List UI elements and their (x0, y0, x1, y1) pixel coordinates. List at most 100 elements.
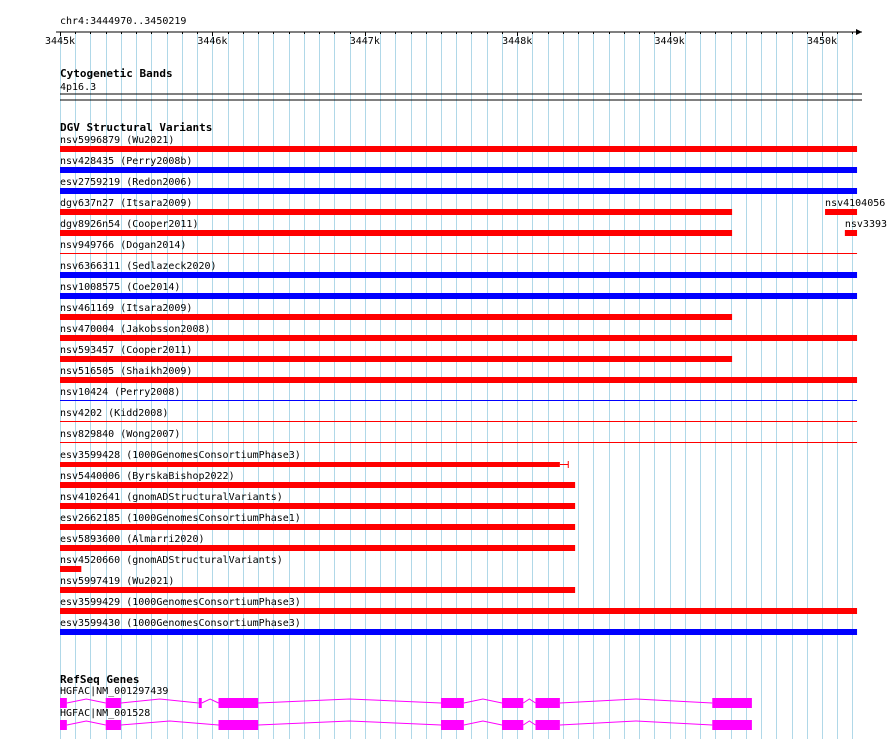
dgv-feature-bar (60, 608, 858, 614)
dgv-feature-label: esv3599429 (1000GenomesConsortiumPhase3) (60, 597, 301, 608)
dgv-feature[interactable]: nsv829840 (Wong2007) (60, 429, 858, 443)
dgv-feature-label: nsv829840 (Wong2007) (60, 429, 180, 440)
dgv-feature[interactable]: dgv8926n54 (Cooper2011) (60, 219, 733, 236)
dgv-feature[interactable]: nsv4102641 (gnomADStructuralVariants) (60, 492, 576, 509)
track-dgv[interactable]: DGV Structural Variants nsv5996879 (Wu20… (60, 121, 887, 635)
dgv-feature-bar (60, 377, 858, 383)
dgv-feature[interactable]: nsv5997419 (Wu2021) (60, 576, 576, 593)
dgv-feature-label: nsv5996879 (Wu2021) (60, 135, 174, 146)
refseq-exon (60, 698, 67, 708)
dgv-feature[interactable]: nsv5440006 (ByrskaBishop2022) (60, 471, 576, 488)
refseq-intron (258, 698, 442, 704)
refseq-intron (559, 698, 713, 704)
dgv-feature[interactable]: dgv637n27 (Itsara2009) (60, 198, 733, 215)
dgv-feature[interactable]: esv3599430 (1000GenomesConsortiumPhase3) (60, 618, 858, 635)
dgv-feature-label: nsv6366311 (Sedlazeck2020) (60, 261, 217, 272)
dgv-feature[interactable]: nsv4202 (Kidd2008) (60, 408, 858, 422)
dgv-feature-bar (60, 272, 858, 278)
dgv-feature-bar (60, 146, 858, 152)
ruler-tick-label: 3446k (197, 36, 227, 47)
dgv-side-feature[interactable]: nsv4104056 (825, 198, 885, 215)
dgv-feature-label: nsv1008575 (Coe2014) (60, 282, 180, 293)
refseq-intron (523, 698, 536, 704)
refseq-intron (523, 720, 536, 726)
ruler-tick-label: 3448k (502, 36, 532, 47)
refseq-gene[interactable]: HGFAC|NM_001297439 (60, 686, 752, 708)
dgv-feature-bar (60, 293, 858, 299)
track-title-dgv: DGV Structural Variants (60, 121, 212, 134)
dgv-feature-bar (60, 253, 858, 254)
dgv-feature[interactable]: nsv593457 (Cooper2011) (60, 345, 733, 362)
dgv-feature-label: esv2759219 (Redon2006) (60, 177, 192, 188)
dgv-side-feature-bar (825, 209, 858, 215)
dgv-feature-label: nsv428435 (Perry2008b) (60, 156, 192, 167)
dgv-feature-bar (60, 400, 858, 401)
ruler-tick-label: 3447k (350, 36, 380, 47)
dgv-feature-label: esv5893600 (Almarri2020) (60, 534, 205, 545)
dgv-feature-bar (60, 167, 858, 173)
dgv-feature-bar (60, 482, 576, 488)
track-cytoband[interactable]: Cytogenetic Bands 4p16.3 (60, 67, 862, 101)
dgv-feature-label: nsv5440006 (ByrskaBishop2022) (60, 471, 235, 482)
dgv-feature[interactable]: nsv10424 (Perry2008) (60, 387, 858, 401)
dgv-side-feature[interactable]: nsv3393 (844, 219, 887, 236)
dgv-feature-label: nsv516505 (Shaikh2009) (60, 366, 192, 377)
refseq-exon (441, 720, 464, 730)
dgv-feature[interactable]: nsv461169 (Itsara2009) (60, 303, 733, 320)
dgv-feature[interactable]: nsv470004 (Jakobsson2008) (60, 324, 858, 341)
dgv-feature-label: nsv593457 (Cooper2011) (60, 345, 192, 356)
refseq-intron (66, 720, 106, 726)
refseq-exon (198, 698, 202, 708)
dgv-feature-bar (60, 442, 858, 443)
dgv-feature-bar (60, 524, 576, 530)
ruler-tick-label: 3445k (45, 36, 75, 47)
refseq-exon (712, 698, 752, 708)
dgv-feature[interactable]: esv3599428 (1000GenomesConsortiumPhase3) (60, 450, 569, 468)
dgv-feature[interactable]: nsv1008575 (Coe2014) (60, 282, 858, 299)
dgv-feature-label: nsv949766 (Dogan2014) (60, 240, 186, 251)
dgv-feature-bar (60, 629, 858, 635)
region-label: chr4:3444970..3450219 (60, 16, 186, 27)
dgv-feature[interactable]: esv3599429 (1000GenomesConsortiumPhase3) (60, 597, 858, 614)
refseq-exon (501, 698, 524, 708)
dgv-feature-bar (60, 421, 858, 422)
dgv-feature-bar (60, 545, 576, 551)
dgv-feature[interactable]: esv5893600 (Almarri2020) (60, 534, 576, 551)
dgv-feature-label: dgv637n27 (Itsara2009) (60, 198, 192, 209)
dgv-feature[interactable]: nsv428435 (Perry2008b) (60, 156, 858, 173)
dgv-side-feature-bar (844, 230, 858, 236)
ruler-tick-label: 3450k (807, 36, 837, 47)
dgv-feature-label: esv2662185 (1000GenomesConsortiumPhase1) (60, 513, 301, 524)
dgv-feature[interactable]: esv2662185 (1000GenomesConsortiumPhase1) (60, 513, 576, 530)
refseq-gene-label: HGFAC|NM_001528 (60, 708, 150, 719)
dgv-feature-bar (60, 230, 733, 236)
dgv-feature[interactable]: nsv4520660 (gnomADStructuralVariants) (60, 555, 283, 572)
refseq-gene[interactable]: HGFAC|NM_001528 (60, 708, 752, 730)
track-title-refseq: RefSeq Genes (60, 673, 139, 686)
refseq-exon (218, 720, 259, 730)
dgv-feature-label: nsv10424 (Perry2008) (60, 387, 180, 398)
dgv-feature-label: nsv4202 (Kidd2008) (60, 408, 168, 419)
track-refseq[interactable]: RefSeq Genes HGFAC|NM_001297439 HGFAC|NM_… (60, 673, 752, 730)
refseq-exon (105, 698, 121, 708)
refseq-exon (105, 720, 121, 730)
refseq-exon (501, 720, 524, 730)
refseq-exon (441, 698, 464, 708)
dgv-features: nsv5996879 (Wu2021) nsv428435 (Perry2008b… (60, 135, 887, 635)
dgv-feature-label: dgv8926n54 (Cooper2011) (60, 219, 198, 230)
dgv-feature-label: nsv4520660 (gnomADStructuralVariants) (60, 555, 283, 566)
dgv-side-feature-label: nsv3393 (845, 219, 887, 230)
refseq-exon (712, 720, 752, 730)
dgv-feature[interactable]: esv2759219 (Redon2006) (60, 177, 858, 194)
refseq-intron (463, 698, 503, 704)
refseq-intron (66, 698, 106, 704)
dgv-feature-bar (60, 335, 858, 341)
dgv-feature[interactable]: nsv516505 (Shaikh2009) (60, 366, 858, 383)
dgv-feature-label: nsv4102641 (gnomADStructuralVariants) (60, 492, 283, 503)
refseq-gene-label: HGFAC|NM_001297439 (60, 686, 168, 697)
dgv-feature[interactable]: nsv5996879 (Wu2021) (60, 135, 858, 152)
dgv-feature[interactable]: nsv949766 (Dogan2014) (60, 240, 858, 254)
dgv-side-feature-label: nsv4104056 (825, 198, 885, 209)
dgv-feature[interactable]: nsv6366311 (Sedlazeck2020) (60, 261, 858, 278)
refseq-intron (463, 720, 503, 726)
